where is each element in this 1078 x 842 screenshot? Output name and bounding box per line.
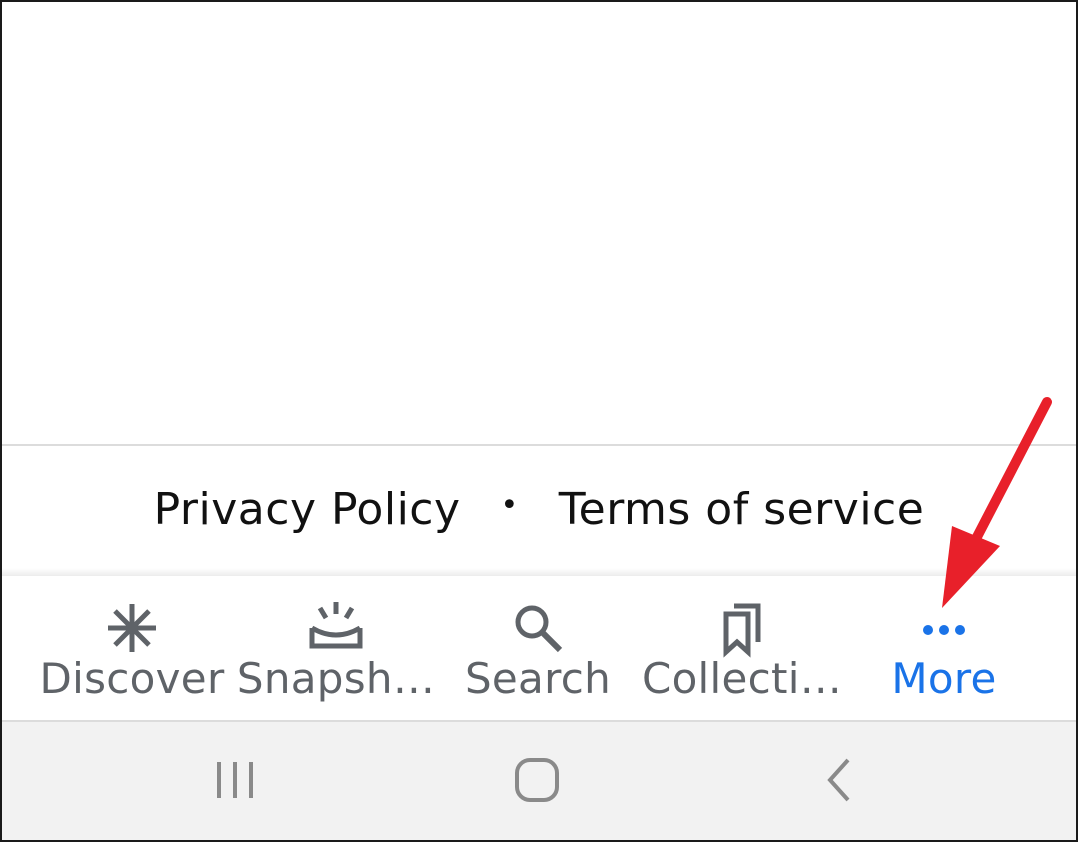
- nav-item-search[interactable]: Search: [462, 576, 614, 720]
- screen-frame: Privacy Policy • Terms of service Discov…: [0, 0, 1078, 842]
- nav-shadow: [2, 568, 1076, 576]
- search-icon: [506, 596, 570, 660]
- nav-item-discover[interactable]: Discover: [36, 576, 228, 720]
- content-area: [2, 2, 1076, 444]
- recent-apps-icon: [213, 758, 257, 806]
- nav-item-snapshot[interactable]: Snapsh…: [236, 576, 436, 720]
- nav-item-collections[interactable]: Collecti…: [642, 576, 842, 720]
- system-navigation-bar: [2, 722, 1076, 840]
- footer-links: Privacy Policy • Terms of service: [2, 446, 1076, 572]
- nav-label-collections: Collecti…: [641, 654, 843, 703]
- nav-label-snapshot: Snapsh…: [236, 654, 436, 703]
- nav-label-search: Search: [464, 654, 612, 703]
- privacy-policy-link[interactable]: Privacy Policy: [154, 484, 461, 535]
- footer-separator: •: [500, 487, 519, 523]
- back-icon: [818, 756, 862, 808]
- home-icon: [513, 756, 561, 808]
- nav-label-more: More: [891, 654, 997, 703]
- nav-label-discover: Discover: [39, 654, 225, 703]
- terms-of-service-link[interactable]: Terms of service: [559, 484, 925, 535]
- back-button[interactable]: [800, 752, 880, 812]
- home-button[interactable]: [497, 752, 577, 812]
- more-dots-icon: [912, 596, 976, 660]
- nav-item-more[interactable]: More: [884, 576, 1004, 720]
- snapshot-icon: [304, 596, 368, 660]
- recent-apps-button[interactable]: [195, 752, 275, 812]
- bottom-navigation: Discover Snapsh… Search Collecti… More: [2, 576, 1076, 720]
- asterisk-icon: [100, 596, 164, 660]
- collections-icon: [710, 596, 774, 660]
